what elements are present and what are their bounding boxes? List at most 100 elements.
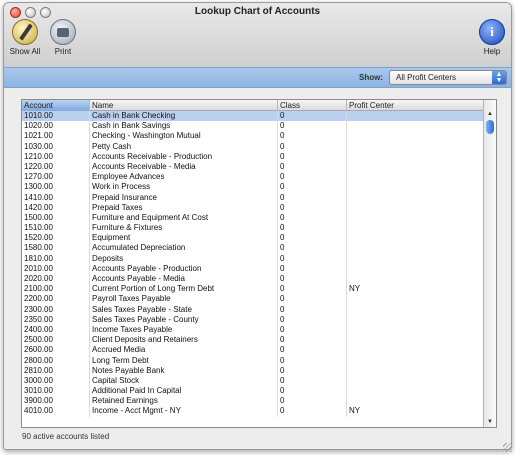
cell-account: 2600.00	[22, 345, 90, 356]
table-row[interactable]: 1270.00 Employee Advances 0	[22, 172, 484, 183]
scroll-up-arrow-icon[interactable]: ▲	[484, 109, 496, 119]
cell-class: 0	[278, 274, 347, 285]
cell-profit-center	[347, 162, 484, 172]
table-row[interactable]: 1510.00 Furniture & Fixtures 0	[22, 223, 484, 234]
cell-class: 0	[278, 324, 347, 336]
cell-account: 1500.00	[22, 212, 90, 224]
cell-class: 0	[278, 263, 347, 274]
cell-account: 2300.00	[22, 304, 90, 315]
help-button[interactable]: i Help	[477, 19, 507, 56]
cell-name: Cash in Bank Checking	[90, 111, 278, 122]
cell-account: 1520.00	[22, 233, 90, 244]
print-button[interactable]: Print	[47, 19, 79, 56]
table-row[interactable]: 1210.00 Accounts Receivable - Production 0	[22, 151, 484, 162]
cell-account: 1410.00	[22, 192, 90, 203]
table-row[interactable]: 1420.00 Prepaid Taxes 0	[22, 202, 484, 213]
cell-account: 2100.00	[22, 284, 90, 295]
column-header-name[interactable]: Name	[90, 100, 278, 111]
table-row[interactable]: 1020.00 Cash in Bank Savings 0	[22, 121, 484, 132]
table-row[interactable]: 2600.00 Accrued Media 0	[22, 345, 484, 356]
cell-profit-center	[347, 223, 484, 233]
cell-account: 1270.00	[22, 172, 90, 183]
cell-class: 0	[278, 182, 347, 193]
cell-name: Cash in Bank Savings	[90, 121, 278, 132]
table-row[interactable]: 3000.00 Capital Stock 0	[22, 375, 484, 387]
cell-class: 0	[278, 151, 347, 162]
cell-profit-center	[347, 345, 484, 355]
table-row[interactable]: 1410.00 Prepaid Insurance 0	[22, 192, 484, 203]
cell-class: 0	[278, 192, 347, 203]
cell-class: 0	[278, 131, 347, 142]
show-all-button[interactable]: Show All	[8, 19, 42, 56]
table-row[interactable]: 1030.00 Petty Cash 0	[22, 141, 484, 152]
cell-name: Capital Stock	[90, 375, 278, 387]
pencil-icon	[12, 19, 38, 45]
column-header-profit-center[interactable]: Profit Center	[347, 100, 484, 111]
title-bar: Lookup Chart of Accounts Show All Print …	[4, 3, 511, 67]
cell-profit-center	[347, 254, 484, 264]
cell-profit-center	[347, 325, 484, 335]
profit-center-select[interactable]: All Profit Centers ▲ ▼	[389, 70, 507, 85]
table-row[interactable]: 2500.00 Client Deposits and Retainers 0	[22, 335, 484, 346]
table-row[interactable]: 3010.00 Additional Paid In Capital 0	[22, 386, 484, 397]
vertical-scrollbar[interactable]: ▲ ▼	[483, 100, 496, 427]
cell-class: 0	[278, 223, 347, 234]
cell-class: 0	[278, 172, 347, 183]
scroll-thumb[interactable]	[486, 120, 494, 134]
cell-profit-center: NY	[349, 406, 361, 416]
table-row[interactable]: 2400.00 Income Taxes Payable 0	[22, 324, 484, 336]
cell-class: 0	[278, 284, 347, 295]
cell-name: Checking - Washington Mutual	[90, 131, 278, 142]
table-row[interactable]: 2810.00 Notes Payable Bank 0	[22, 365, 484, 376]
table-row[interactable]: 1220.00 Accounts Receivable - Media 0	[22, 161, 484, 173]
table-row[interactable]: 2350.00 Sales Taxes Payable - County 0	[22, 314, 484, 325]
cell-class: 0	[278, 375, 347, 387]
table-row[interactable]: 1010.00 Cash in Bank Checking 0	[22, 111, 484, 122]
table-row[interactable]: 4010.00 Income - Acct Mgmt - NY 0 NY	[22, 406, 484, 417]
table-row[interactable]: 3900.00 Retained Earnings 0	[22, 396, 484, 407]
cell-profit-center: NY	[349, 284, 361, 294]
cell-name: Accounts Payable - Media	[90, 274, 278, 285]
table-row[interactable]: 2010.00 Accounts Payable - Production 0	[22, 263, 484, 274]
table-row[interactable]: 2100.00 Current Portion of Long Term Debt…	[22, 284, 484, 295]
cell-account: 1510.00	[22, 223, 90, 234]
table-body: 1010.00 Cash in Bank Checking 0 1020.00 Cash…	[22, 111, 484, 428]
cell-profit-center	[347, 376, 484, 386]
scroll-down-arrow-icon[interactable]: ▼	[484, 417, 496, 427]
table-row[interactable]: 1520.00 Equipment 0	[22, 233, 484, 244]
cell-profit-center	[347, 386, 484, 396]
accounts-table: Account Name Class Profit Center 1010.00…	[21, 99, 497, 428]
column-header-class[interactable]: Class	[278, 100, 347, 111]
cell-profit-center	[347, 264, 484, 274]
cell-class: 0	[278, 396, 347, 407]
cell-account: 1300.00	[22, 182, 90, 193]
resize-grip[interactable]	[503, 443, 512, 452]
table-row[interactable]: 1810.00 Deposits 0	[22, 253, 484, 264]
table-row[interactable]: 2300.00 Sales Taxes Payable - State 0	[22, 304, 484, 315]
table-row[interactable]: 1500.00 Furniture and Equipment At Cost 0	[22, 212, 484, 224]
cell-name: Deposits	[90, 253, 278, 264]
cell-profit-center	[347, 396, 484, 406]
cell-account: 1420.00	[22, 202, 90, 213]
column-header-account[interactable]: Account	[22, 100, 90, 111]
table-row[interactable]: 1300.00 Work in Process 0	[22, 182, 484, 193]
table-row[interactable]: 2020.00 Accounts Payable - Media 0	[22, 274, 484, 285]
cell-profit-center	[347, 172, 484, 182]
cell-name: Prepaid Taxes	[90, 202, 278, 213]
status-text: 90 active accounts listed	[22, 432, 110, 441]
cell-class: 0	[278, 243, 347, 254]
cell-profit-center	[347, 142, 484, 152]
table-row[interactable]: 2200.00 Payroll Taxes Payable 0	[22, 294, 484, 305]
cell-account: 1030.00	[22, 141, 90, 152]
table-row[interactable]: 1580.00 Accumulated Depreciation 0	[22, 243, 484, 254]
cell-profit-center	[347, 243, 484, 253]
cell-name: Accounts Receivable - Media	[90, 161, 278, 173]
table-row[interactable]: 1021.00 Checking - Washington Mutual 0	[22, 131, 484, 142]
cell-name: Payroll Taxes Payable	[90, 294, 278, 305]
print-label: Print	[54, 47, 72, 56]
select-arrows-icon: ▲ ▼	[492, 71, 506, 84]
cell-name: Retained Earnings	[90, 396, 278, 407]
table-row[interactable]: 2800.00 Long Term Debt 0	[22, 355, 484, 366]
cell-class: 0	[278, 386, 347, 397]
cell-account: 2800.00	[22, 355, 90, 366]
